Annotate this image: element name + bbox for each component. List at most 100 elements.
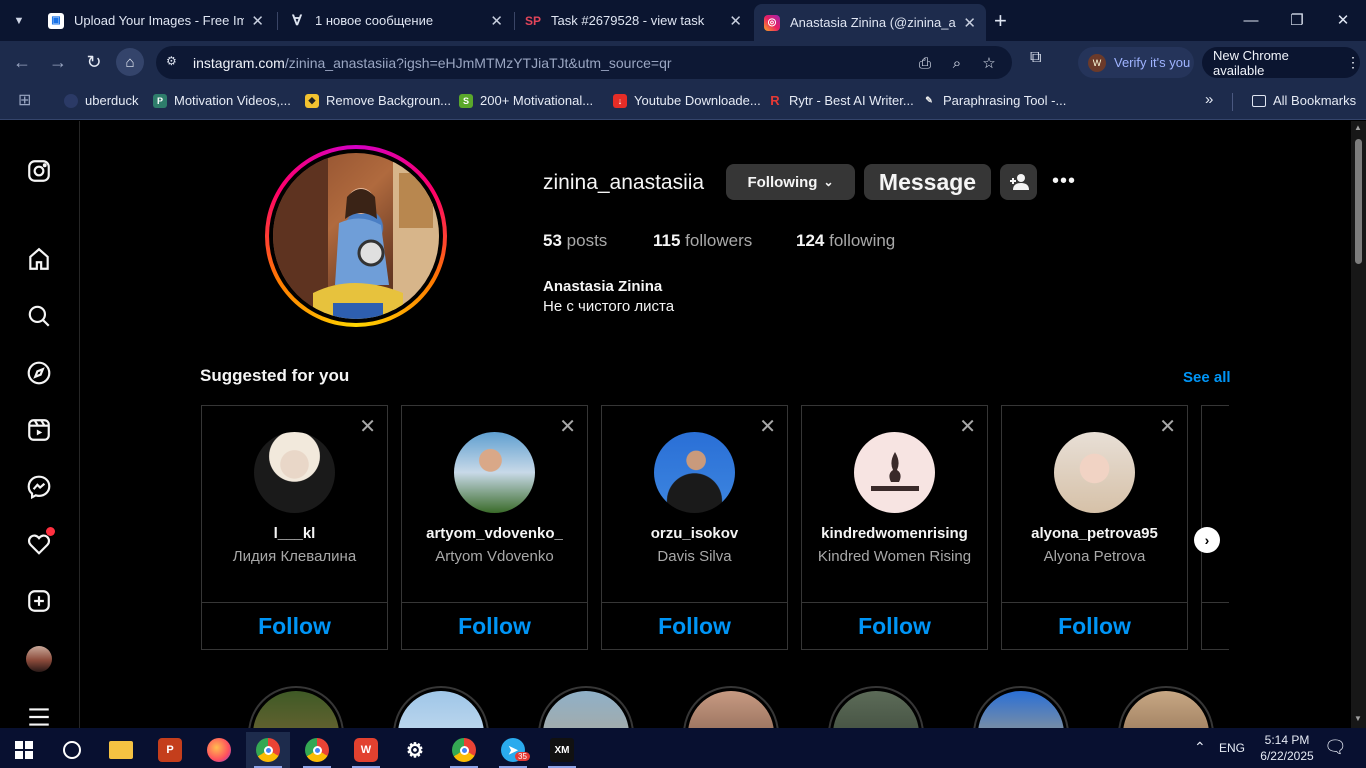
bookmark-motivation-videos[interactable]: P Motivation Videos,...	[153, 93, 291, 108]
close-tab-icon[interactable]: ✕	[490, 12, 503, 30]
follow-button[interactable]: Follow	[1002, 613, 1187, 640]
reload-icon[interactable]: ↻	[81, 49, 107, 75]
instagram-logo-icon[interactable]	[25, 157, 53, 185]
followers-stat[interactable]: 115 followers	[653, 231, 752, 251]
tab-search-button[interactable]: ▼	[6, 8, 32, 34]
bookmark-motivational[interactable]: S 200+ Motivational...	[459, 93, 593, 108]
bookmark-paraphrasing-tool[interactable]: ✎ Paraphrasing Tool -...	[922, 93, 1066, 108]
tab-messages[interactable]: ∀ 1 новое сообщение ✕	[279, 0, 513, 41]
follow-button[interactable]: Follow	[602, 613, 787, 640]
settings-gear-icon[interactable]: ⚙	[393, 732, 437, 768]
messenger-icon[interactable]	[25, 473, 53, 501]
bookmark-uberduck[interactable]: uberduck	[64, 93, 138, 108]
chrome-profile-alt-icon[interactable]	[442, 732, 486, 768]
input-language[interactable]: ENG	[1219, 741, 1245, 755]
wps-office-icon[interactable]: W	[344, 732, 388, 768]
story-highlight[interactable]	[248, 686, 344, 728]
reels-icon[interactable]	[25, 416, 53, 444]
see-all-link[interactable]: See all	[1183, 369, 1231, 386]
forward-arrow-icon[interactable]: →	[45, 49, 71, 75]
apps-grid-icon[interactable]: ⊞	[18, 90, 31, 110]
story-highlight[interactable]	[683, 686, 779, 728]
suggestion-username[interactable]: alyona_petrova95	[1002, 525, 1187, 542]
close-tab-icon[interactable]: ✕	[729, 12, 742, 30]
bookmark-remove-background[interactable]: ◆ Remove Backgroun...	[305, 93, 451, 108]
install-app-icon[interactable]: ⎙	[915, 53, 935, 73]
search-icon[interactable]	[25, 302, 53, 330]
suggest-users-button[interactable]	[1000, 164, 1037, 200]
zoom-icon[interactable]: ⌕	[947, 53, 967, 73]
page-scrollbar[interactable]: ▲ ▼	[1351, 121, 1366, 728]
extensions-puzzle-icon[interactable]: ⧉	[1030, 49, 1052, 71]
follow-button[interactable]: Follow	[202, 613, 387, 640]
dismiss-close-icon[interactable]: ✕	[559, 414, 576, 439]
following-stat[interactable]: 124 following	[796, 231, 895, 251]
restore-window-icon[interactable]: ❐	[1282, 6, 1312, 34]
bookmark-rytr[interactable]: R Rytr - Best AI Writer...	[768, 93, 914, 108]
powerpoint-icon[interactable]: P	[148, 732, 192, 768]
message-button[interactable]: Message	[864, 164, 991, 200]
tab-upload-images[interactable]: ▣ Upload Your Images - Free Imag ✕	[38, 0, 274, 41]
explore-compass-icon[interactable]	[25, 359, 53, 387]
close-tab-icon[interactable]: ✕	[251, 12, 264, 30]
next-suggestions-chevron-icon[interactable]: ›	[1194, 527, 1220, 553]
suggestion-username[interactable]: orzu_isokov	[602, 525, 787, 542]
follow-button[interactable]: Follow	[402, 613, 587, 640]
scroll-down-arrow-icon[interactable]: ▼	[1354, 714, 1362, 723]
story-highlight[interactable]	[1118, 686, 1214, 728]
notifications-heart-icon[interactable]	[25, 527, 55, 558]
create-plus-icon[interactable]	[25, 587, 53, 615]
story-highlight[interactable]	[538, 686, 634, 728]
close-tab-icon[interactable]: ✕	[963, 14, 976, 32]
site-info-icon[interactable]: ⚙	[166, 54, 182, 70]
chrome-update-button[interactable]: New Chrome available ⋮	[1202, 47, 1360, 78]
more-menu-hamburger-icon[interactable]	[25, 703, 53, 731]
address-bar[interactable]: ⚙ instagram.com/zinina_anastasiia?igsh=e…	[156, 46, 1012, 79]
suggestion-avatar[interactable]	[454, 432, 535, 513]
bookmark-star-icon[interactable]: ☆	[979, 53, 999, 73]
verify-identity-chip[interactable]: W Verify it's you	[1078, 47, 1194, 78]
back-arrow-icon[interactable]: ←	[9, 49, 35, 75]
suggestion-username[interactable]: l___kl	[202, 525, 387, 542]
tab-instagram-profile[interactable]: ◎ Anastasia Zinina (@zinina_anast ✕	[754, 4, 986, 41]
scrollbar-thumb[interactable]	[1355, 139, 1362, 264]
profile-picture[interactable]	[273, 153, 439, 319]
suggestion-avatar[interactable]	[654, 432, 735, 513]
dismiss-close-icon[interactable]: ✕	[1159, 414, 1176, 439]
chrome-icon[interactable]	[295, 732, 339, 768]
system-clock[interactable]: 5:14 PM 6/22/2025	[1255, 732, 1319, 764]
home-icon[interactable]	[25, 245, 53, 273]
dismiss-close-icon[interactable]: ✕	[759, 414, 776, 439]
windows-start-icon[interactable]	[2, 732, 46, 768]
more-bookmarks-chevron-icon[interactable]: »	[1205, 91, 1213, 108]
dismiss-close-icon[interactable]: ✕	[359, 414, 376, 439]
dismiss-close-icon[interactable]: ✕	[959, 414, 976, 439]
kebab-menu-icon[interactable]: ⋮	[1346, 54, 1360, 71]
more-options-icon[interactable]: •••	[1050, 169, 1078, 193]
chrome-profile-w-icon[interactable]	[246, 732, 290, 768]
close-window-icon[interactable]: ✕	[1328, 6, 1358, 34]
firefox-icon[interactable]	[197, 732, 241, 768]
suggestion-avatar[interactable]	[1054, 432, 1135, 513]
story-highlight[interactable]	[393, 686, 489, 728]
file-explorer-icon[interactable]	[99, 732, 143, 768]
minimize-window-icon[interactable]: —	[1236, 6, 1266, 34]
suggestion-username[interactable]: kindredwomenrising	[802, 525, 987, 542]
following-button[interactable]: Following ⌄	[726, 164, 855, 200]
tab-task-view[interactable]: SP Task #2679528 - view task ✕	[515, 0, 752, 41]
profile-avatar[interactable]	[25, 645, 53, 673]
suggestion-avatar[interactable]	[854, 432, 935, 513]
xm-app-icon[interactable]: XM	[540, 732, 584, 768]
home-icon[interactable]: ⌂	[116, 48, 144, 76]
all-bookmarks-folder[interactable]: All Bookmarks	[1252, 93, 1356, 108]
telegram-icon[interactable]: ➤ 35	[491, 732, 535, 768]
new-tab-plus-icon[interactable]: +	[994, 8, 1007, 34]
cortana-search-icon[interactable]	[50, 732, 94, 768]
follow-button[interactable]: Follow	[802, 613, 987, 640]
suggestion-avatar[interactable]	[254, 432, 335, 513]
show-hidden-icons-chevron-icon[interactable]: ⌃	[1194, 739, 1206, 756]
story-highlight[interactable]	[973, 686, 1069, 728]
story-highlight[interactable]	[828, 686, 924, 728]
suggestion-username[interactable]: artyom_vdovenko_	[402, 525, 587, 542]
notifications-speech-icon[interactable]: 🗨	[1324, 737, 1347, 758]
